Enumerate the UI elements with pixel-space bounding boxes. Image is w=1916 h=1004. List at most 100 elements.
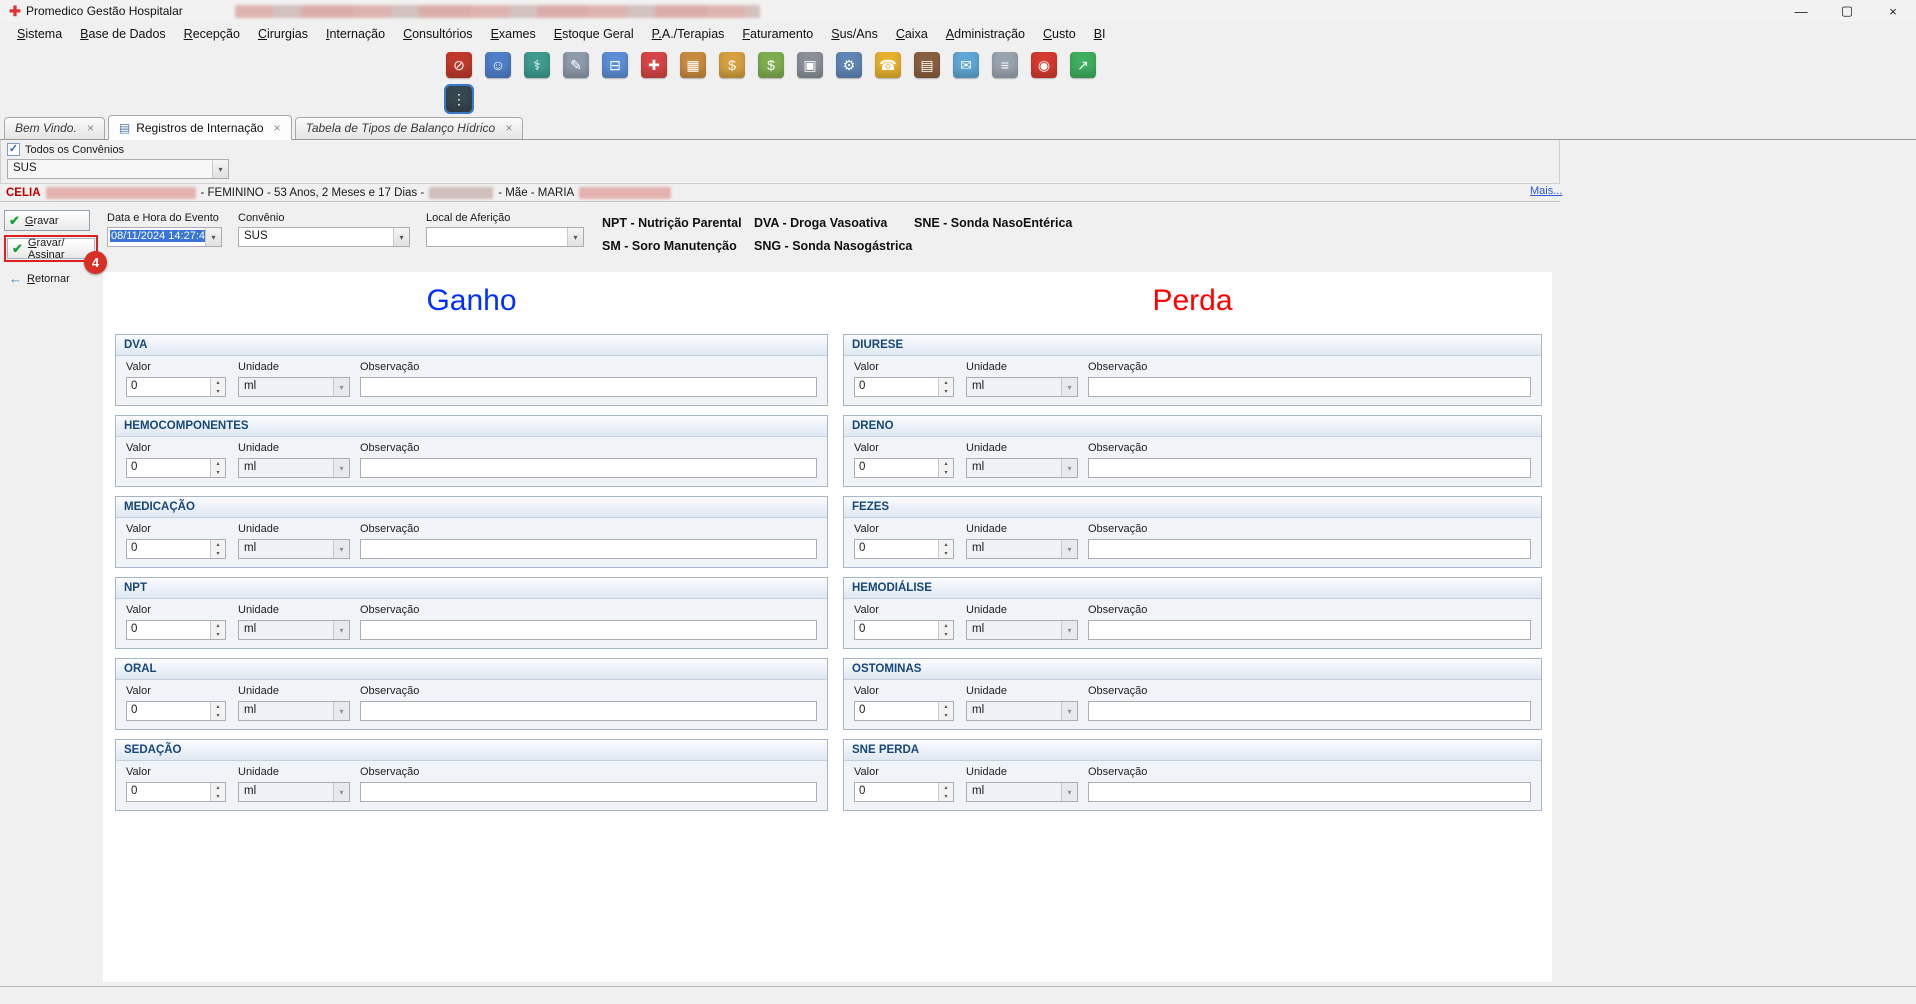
spinner-down-icon[interactable]: ▾ <box>211 711 225 720</box>
spinner-down-icon[interactable]: ▾ <box>211 468 225 477</box>
dropdown-arrow-icon[interactable]: ▾ <box>333 378 349 396</box>
observacao-input[interactable] <box>360 539 817 559</box>
close-button[interactable]: × <box>1870 0 1916 22</box>
valor-input[interactable]: 0 ▴ ▾ <box>854 458 954 478</box>
toolbar-reception-icon[interactable]: ☺ <box>485 52 511 78</box>
valor-input[interactable]: 0 ▴ ▾ <box>126 782 226 802</box>
spinner-up-icon[interactable]: ▴ <box>939 378 953 387</box>
observacao-input[interactable] <box>360 782 817 802</box>
toolbar-billing-icon[interactable]: $ <box>719 52 745 78</box>
dropdown-arrow-icon[interactable]: ▾ <box>212 160 228 178</box>
spinner-buttons[interactable]: ▴ ▾ <box>938 702 953 720</box>
dropdown-arrow-icon[interactable]: ▾ <box>1061 459 1077 477</box>
traffic-light-icon[interactable]: ⋮ <box>446 86 472 112</box>
spinner-buttons[interactable]: ▴ ▾ <box>210 702 225 720</box>
spinner-up-icon[interactable]: ▴ <box>211 459 225 468</box>
menu-item-base-de-dados[interactable]: Base de Dados <box>71 24 174 44</box>
unidade-select[interactable]: ml ▾ <box>966 377 1078 397</box>
convenio-filter-select[interactable]: SUS ▾ <box>7 159 229 179</box>
observacao-input[interactable] <box>1088 620 1531 640</box>
observacao-input[interactable] <box>1088 701 1531 721</box>
menu-item-bi[interactable]: BI <box>1085 24 1115 44</box>
unidade-select[interactable]: ml ▾ <box>966 782 1078 802</box>
spinner-up-icon[interactable]: ▴ <box>211 783 225 792</box>
gravar-button[interactable]: ✔ Gravar <box>4 210 90 231</box>
spinner-up-icon[interactable]: ▴ <box>939 540 953 549</box>
toolbar-safe-icon[interactable]: ▣ <box>797 52 823 78</box>
dropdown-arrow-icon[interactable]: ▾ <box>333 702 349 720</box>
menu-item-estoque-geral[interactable]: Estoque Geral <box>545 24 643 44</box>
spinner-down-icon[interactable]: ▾ <box>939 630 953 639</box>
spinner-buttons[interactable]: ▴ ▾ <box>938 378 953 396</box>
tab-registros-internacao[interactable]: ▤ Registros de Internação × <box>108 115 292 140</box>
tab-close-icon[interactable]: × <box>505 121 512 135</box>
dropdown-arrow-icon[interactable]: ▾ <box>1061 783 1077 801</box>
valor-input[interactable]: 0 ▴ ▾ <box>854 620 954 640</box>
menu-item-cirurgias[interactable]: Cirurgias <box>249 24 317 44</box>
unidade-select[interactable]: ml ▾ <box>966 458 1078 478</box>
dropdown-arrow-icon[interactable]: ▾ <box>1061 702 1077 720</box>
spinner-buttons[interactable]: ▴ ▾ <box>210 459 225 477</box>
valor-input[interactable]: 0 ▴ ▾ <box>126 620 226 640</box>
menu-item-consultorios[interactable]: Consultórios <box>394 24 481 44</box>
dropdown-arrow-icon[interactable]: ▾ <box>333 783 349 801</box>
spinner-down-icon[interactable]: ▾ <box>211 792 225 801</box>
gravar-assinar-button[interactable]: ✔ Gravar/ Assinar <box>7 238 95 259</box>
toolbar-stock-icon[interactable]: ▦ <box>680 52 706 78</box>
todos-convenios-checkbox[interactable]: ✓ <box>7 143 20 156</box>
menu-item-administracao[interactable]: Administração <box>937 24 1034 44</box>
toolbar-power-icon[interactable]: ◉ <box>1031 52 1057 78</box>
toolbar-book-icon[interactable]: ▤ <box>914 52 940 78</box>
spinner-down-icon[interactable]: ▾ <box>939 387 953 396</box>
unidade-select[interactable]: ml ▾ <box>966 539 1078 559</box>
valor-input[interactable]: 0 ▴ ▾ <box>854 782 954 802</box>
spinner-up-icon[interactable]: ▴ <box>211 621 225 630</box>
tab-close-icon[interactable]: × <box>274 121 281 135</box>
spinner-up-icon[interactable]: ▴ <box>211 378 225 387</box>
toolbar-chat-icon[interactable]: ✉ <box>953 52 979 78</box>
observacao-input[interactable] <box>360 458 817 478</box>
observacao-input[interactable] <box>1088 782 1531 802</box>
observacao-input[interactable] <box>1088 539 1531 559</box>
dropdown-arrow-icon[interactable]: ▾ <box>333 621 349 639</box>
spinner-down-icon[interactable]: ▾ <box>211 630 225 639</box>
toolbar-chart-icon[interactable]: ↗ <box>1070 52 1096 78</box>
minimize-button[interactable]: — <box>1778 0 1824 22</box>
menu-item-pa-terapias[interactable]: P.A./Terapias <box>643 24 734 44</box>
spinner-down-icon[interactable]: ▾ <box>211 387 225 396</box>
spinner-up-icon[interactable]: ▴ <box>939 783 953 792</box>
spinner-buttons[interactable]: ▴ ▾ <box>938 459 953 477</box>
spinner-up-icon[interactable]: ▴ <box>939 702 953 711</box>
menu-item-faturamento[interactable]: Faturamento <box>733 24 822 44</box>
toolbar-cash-icon[interactable]: $ <box>758 52 784 78</box>
tab-close-icon[interactable]: × <box>87 121 94 135</box>
observacao-input[interactable] <box>1088 458 1531 478</box>
valor-input[interactable]: 0 ▴ ▾ <box>126 539 226 559</box>
valor-input[interactable]: 0 ▴ ▾ <box>126 458 226 478</box>
valor-input[interactable]: 0 ▴ ▾ <box>854 539 954 559</box>
spinner-buttons[interactable]: ▴ ▾ <box>938 783 953 801</box>
local-afericao-select[interactable]: ▾ <box>426 227 584 247</box>
dropdown-arrow-icon[interactable]: ▾ <box>1061 621 1077 639</box>
unidade-select[interactable]: ml ▾ <box>238 620 350 640</box>
dropdown-arrow-icon[interactable]: ▾ <box>393 228 409 246</box>
observacao-input[interactable] <box>360 377 817 397</box>
mais-link[interactable]: Mais... <box>1530 185 1562 197</box>
unidade-select[interactable]: ml ▾ <box>966 620 1078 640</box>
toolbar-ambulance-icon[interactable]: ✚ <box>641 52 667 78</box>
unidade-select[interactable]: ml ▾ <box>238 377 350 397</box>
event-datetime-field[interactable]: 08/11/2024 14:27:42 ▾ <box>107 227 222 247</box>
spinner-down-icon[interactable]: ▾ <box>939 549 953 558</box>
observacao-input[interactable] <box>360 620 817 640</box>
dropdown-arrow-icon[interactable]: ▾ <box>1061 540 1077 558</box>
spinner-buttons[interactable]: ▴ ▾ <box>210 621 225 639</box>
toolbar-bed-icon[interactable]: ⊟ <box>602 52 628 78</box>
spinner-buttons[interactable]: ▴ ▾ <box>938 540 953 558</box>
toolbar-exams-icon[interactable]: ✎ <box>563 52 589 78</box>
spinner-up-icon[interactable]: ▴ <box>211 540 225 549</box>
spinner-down-icon[interactable]: ▾ <box>211 549 225 558</box>
dropdown-arrow-icon[interactable]: ▾ <box>333 540 349 558</box>
tab-bem-vindo[interactable]: Bem Vindo. × <box>4 117 105 139</box>
unidade-select[interactable]: ml ▾ <box>238 782 350 802</box>
toolbar-phonebook-icon[interactable]: ☎ <box>875 52 901 78</box>
